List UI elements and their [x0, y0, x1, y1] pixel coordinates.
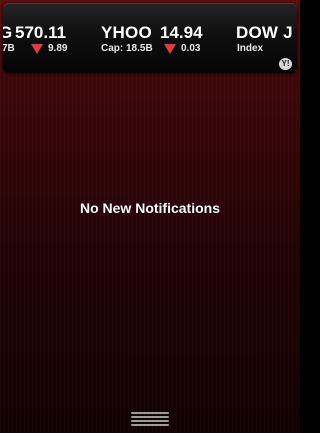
quote-market-cap: Cap: 18.5B — [101, 43, 153, 54]
pull-handle-grabber[interactable] — [131, 412, 169, 430]
grabber-line — [131, 416, 169, 418]
quote-item[interactable]: YHOO 14.94 Cap: 18.5B 0.03 — [101, 3, 231, 63]
notification-center: G 570.11 7B 9.89 YHOO 14.94 Cap: 18.5B 0… — [0, 0, 300, 433]
quote-market-cap: Index — [237, 43, 264, 54]
grabber-line — [131, 412, 169, 414]
grabber-line — [131, 424, 169, 426]
quote-symbol: YHOO — [101, 23, 152, 42]
grabber-line — [131, 420, 169, 422]
down-arrow-icon — [164, 44, 176, 54]
empty-notifications-message: No New Notifications — [79, 200, 220, 216]
quote-item[interactable]: DOW J Index — [236, 3, 297, 63]
down-arrow-icon — [31, 44, 43, 54]
quote-market-cap: 7B — [3, 43, 15, 54]
quote-item[interactable]: G 570.11 7B 9.89 — [3, 3, 83, 63]
quote-symbol: G — [3, 23, 13, 42]
yahoo-logo-icon[interactable]: Y! — [279, 58, 292, 70]
quote-price: 14.94 — [160, 23, 203, 42]
quote-price: 570.11 — [15, 23, 67, 42]
stocks-ticker-widget[interactable]: G 570.11 7B 9.89 YHOO 14.94 Cap: 18.5B 0… — [3, 3, 297, 73]
quote-change: 9.89 — [48, 43, 68, 54]
quote-symbol: DOW J — [236, 23, 293, 42]
quote-change: 0.03 — [181, 43, 201, 54]
ticker-strip[interactable]: G 570.11 7B 9.89 YHOO 14.94 Cap: 18.5B 0… — [3, 3, 297, 63]
